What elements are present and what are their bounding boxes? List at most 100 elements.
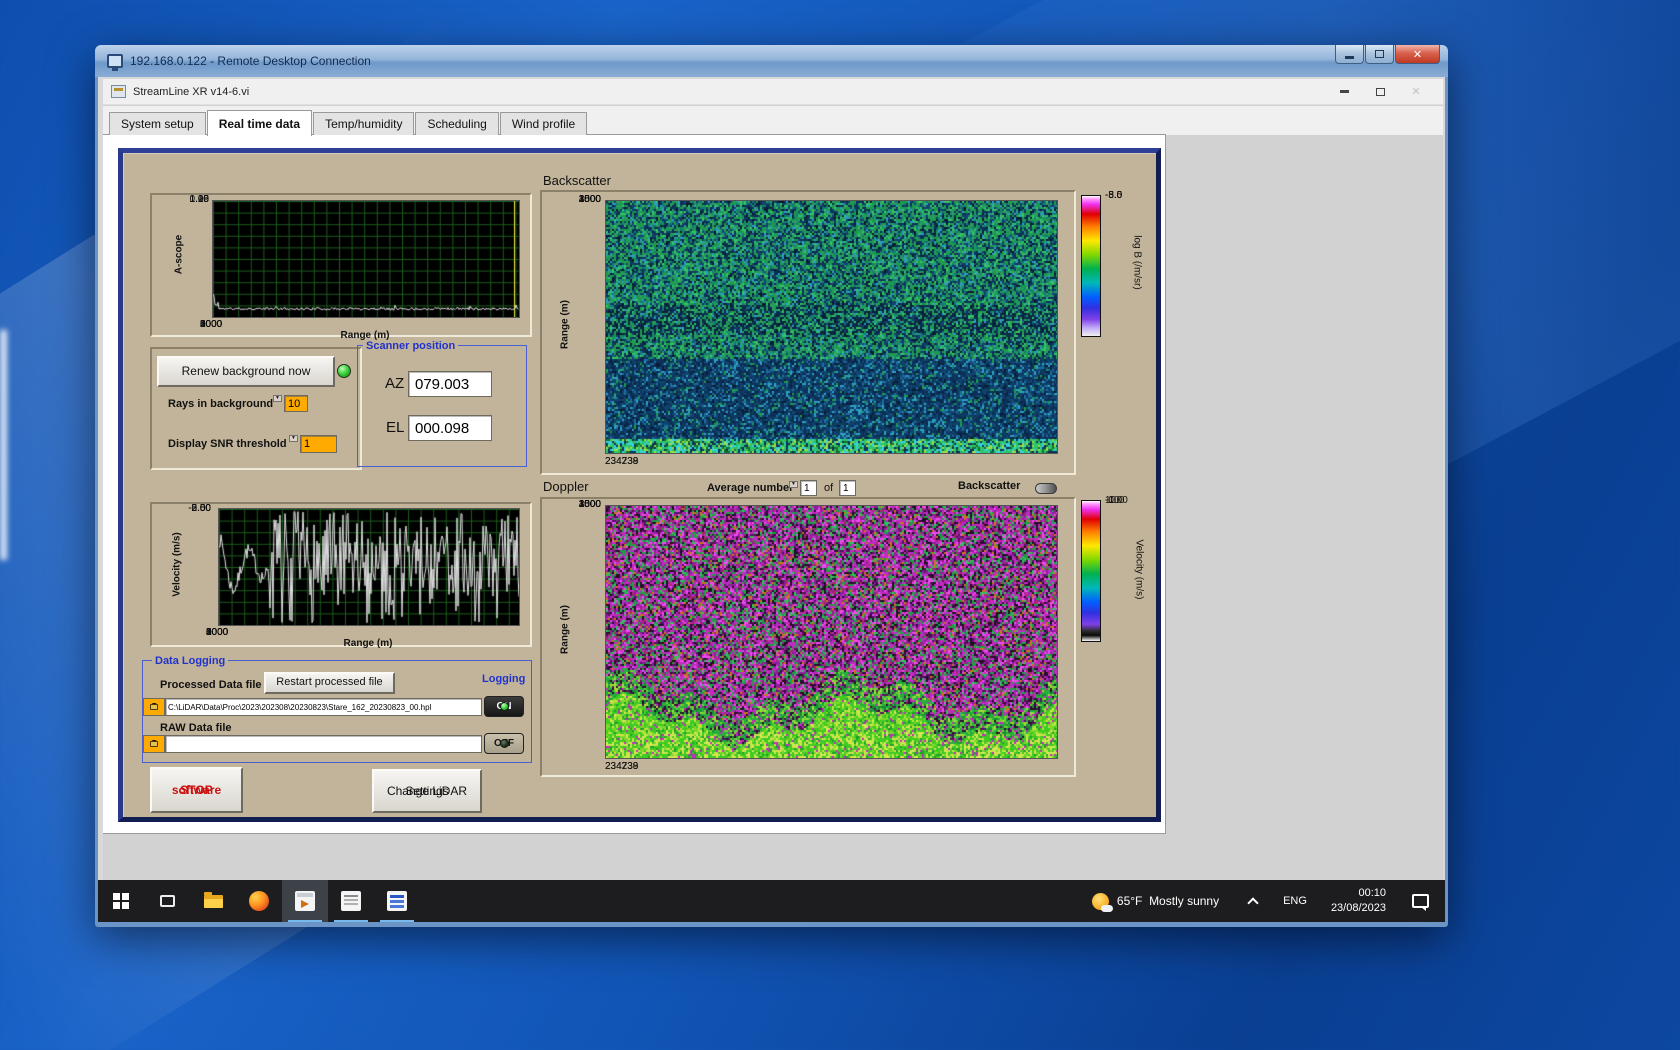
doppler-colorbar-label: Velocity (m/s)	[1134, 530, 1145, 610]
firefox-button[interactable]	[236, 880, 282, 922]
average-value-field[interactable]: 1	[800, 480, 817, 496]
show-hidden-icons-chevron[interactable]	[1247, 897, 1258, 908]
snr-value-field[interactable]: 1	[300, 435, 337, 453]
app-window: StreamLine XR v14-6.vi ✕ System setup Re…	[103, 79, 1443, 880]
raw-drive-selector[interactable]: C	[143, 735, 165, 753]
spin-down-icon[interactable]: ▼	[289, 435, 298, 442]
rdp-titlebar: 192.168.0.122 - Remote Desktop Connectio…	[95, 45, 1448, 77]
backscatter-canvas	[605, 200, 1058, 454]
vi-file-icon	[111, 85, 126, 98]
raw-data-file-label: RAW Data file	[160, 722, 232, 734]
el-value-field[interactable]: 000.098	[408, 415, 492, 441]
weather-temp: 65°F	[1117, 894, 1142, 908]
processed-path-field[interactable]: C:\LiDAR\Data\Proc\2023\202308\20230823\…	[165, 698, 482, 716]
doppler-canvas	[605, 505, 1058, 759]
snr-threshold-label: Display SNR threshold	[168, 438, 287, 450]
el-label: EL	[386, 419, 404, 436]
language-indicator[interactable]: ENG	[1283, 895, 1307, 907]
folder-icon	[204, 895, 223, 908]
maximize-icon	[1375, 50, 1384, 58]
average-number-label: Average number	[707, 482, 793, 494]
processed-data-file-label: Processed Data file	[160, 679, 262, 691]
firefox-icon	[249, 891, 269, 911]
az-value-field[interactable]: 079.003	[408, 371, 492, 397]
scanner-position-group	[357, 345, 527, 467]
backscatter-y-axis-label: Range (m)	[560, 290, 571, 360]
close-icon: ✕	[1413, 48, 1422, 61]
app-restore-button[interactable]	[1373, 85, 1387, 99]
tick-label: 6000	[200, 319, 222, 330]
rays-value-field[interactable]: 10	[284, 395, 308, 412]
az-label: AZ	[385, 375, 404, 392]
action-center-icon[interactable]	[1412, 894, 1429, 908]
clock-time: 00:10	[1331, 886, 1386, 901]
tick-label: -5.00	[188, 503, 211, 514]
tick-label: 0	[595, 194, 601, 205]
raw-path-field[interactable]	[165, 735, 482, 753]
spin-down-icon[interactable]: ▼	[789, 481, 798, 488]
raw-logging-toggle[interactable]: OFF	[484, 733, 524, 754]
tick-label: 234738	[605, 456, 638, 467]
velocity-x-axis-label: Range (m)	[218, 638, 518, 649]
remote-desktop: StreamLine XR v14-6.vi ✕ System setup Re…	[98, 77, 1445, 922]
streamline-app-button[interactable]	[282, 880, 328, 922]
average-total-field[interactable]: 1	[839, 480, 856, 496]
processed-drive-selector[interactable]: C	[143, 698, 165, 716]
tick-label: -10.0	[1105, 495, 1128, 506]
scanner-position-title: Scanner position	[363, 340, 458, 352]
scan-schedule-app-button[interactable]	[328, 880, 374, 922]
stop-line2: software	[172, 783, 221, 798]
tick-label: 0.99	[190, 194, 209, 205]
logging-on-led	[500, 702, 509, 711]
taskbar-clock[interactable]: 00:10 23/08/2023	[1331, 886, 1386, 916]
clock-date: 23/08/2023	[1331, 901, 1386, 916]
tick-label: -8.0	[1105, 190, 1122, 201]
doppler-yticks: 40003500300025002000150010005000	[571, 499, 601, 759]
tick-label: 234738	[605, 761, 638, 772]
folder-icon	[150, 741, 158, 747]
restore-icon	[1376, 88, 1385, 96]
restart-processed-file-button[interactable]: Restart processed file	[264, 672, 395, 694]
velocity-yticks: 5.002.500.00-2.50-5.00	[175, 503, 211, 631]
file-explorer-button[interactable]	[190, 880, 236, 922]
rdp-title: 192.168.0.122 - Remote Desktop Connectio…	[130, 54, 1335, 68]
rdp-computer-icon	[107, 54, 123, 68]
tab-system-setup[interactable]: System setup	[109, 112, 206, 135]
rdp-minimize-button[interactable]	[1335, 45, 1364, 64]
start-button[interactable]	[98, 880, 144, 922]
rdp-close-button[interactable]: ✕	[1395, 45, 1440, 64]
running-indicator	[380, 920, 414, 922]
document-app-icon	[387, 891, 407, 911]
tab-temp-humidity[interactable]: Temp/humidity	[313, 112, 414, 135]
sun-icon	[1092, 893, 1109, 910]
tick-label: 6000	[206, 627, 228, 638]
stop-software-button[interactable]: STOP software	[150, 767, 243, 813]
spin-down-icon[interactable]: ▼	[273, 395, 282, 402]
weather-widget[interactable]: 65°F Mostly sunny	[1092, 893, 1219, 910]
scan-schedule-icon	[341, 891, 361, 911]
document-app-button[interactable]	[374, 880, 420, 922]
logging-off-led	[500, 739, 509, 748]
tab-real-time-data[interactable]: Real time data	[207, 110, 312, 136]
tab-scheduling[interactable]: Scheduling	[415, 112, 498, 135]
tab-wind-profile[interactable]: Wind profile	[500, 112, 587, 135]
task-view-button[interactable]	[144, 880, 190, 922]
minimize-icon	[1345, 56, 1354, 59]
change-lidar-settings-button[interactable]: Change LiDAR Settings	[372, 769, 482, 813]
ascope-canvas	[212, 200, 520, 318]
processed-logging-toggle[interactable]: ON	[484, 696, 524, 717]
backscatter-overlay-toggle[interactable]	[1035, 483, 1057, 494]
ascope-yticks: 1.201.151.101.050.99	[175, 194, 209, 322]
taskbar: 65°F Mostly sunny ENG 00:10 23/08/2023	[98, 880, 1445, 922]
renew-background-button[interactable]: Renew background now	[157, 356, 335, 387]
app-close-button[interactable]: ✕	[1409, 85, 1423, 99]
logging-label: Logging	[479, 673, 528, 685]
windows-logo-icon	[113, 893, 129, 909]
rays-in-background-label: Rays in background	[168, 398, 273, 410]
tab-page: A-scope 1.201.151.101.050.99 01000200030…	[103, 134, 1166, 834]
rdp-maximize-button[interactable]	[1365, 45, 1394, 64]
doppler-title: Doppler	[543, 479, 589, 494]
app-minimize-button[interactable]	[1337, 85, 1351, 99]
velocity-canvas	[218, 508, 520, 626]
weather-desc: Mostly sunny	[1149, 894, 1219, 908]
